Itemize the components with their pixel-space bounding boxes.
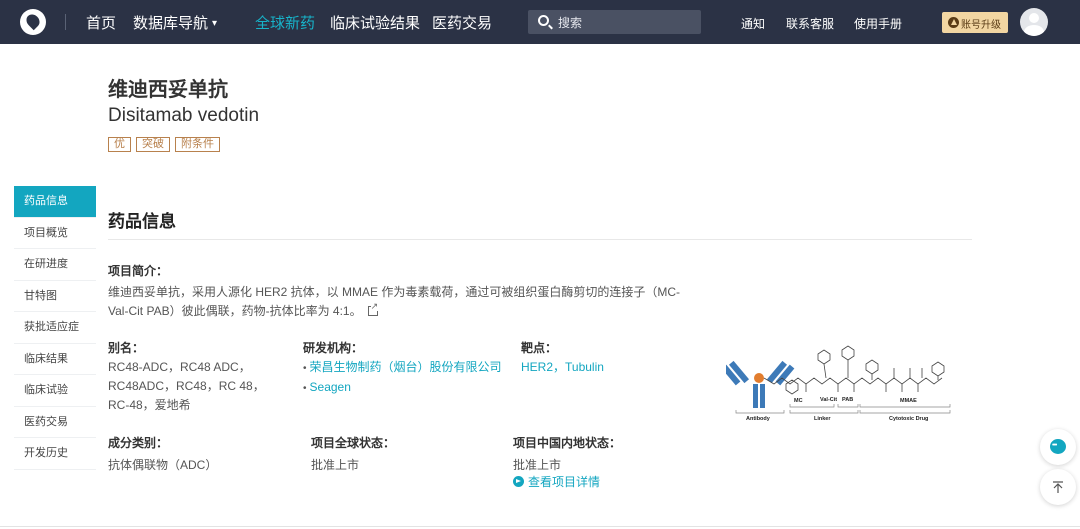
nav-item-label: 数据库导航 bbox=[133, 15, 209, 32]
drug-name-cn: 维迪西妥单抗 bbox=[108, 79, 228, 101]
sidebar-item-pharma-deals[interactable]: 医药交易 bbox=[14, 407, 96, 438]
sidebar-item-clinical-results[interactable]: 临床结果 bbox=[14, 344, 96, 375]
sidebar-item-progress[interactable]: 在研进度 bbox=[14, 249, 96, 281]
tag-badge: 优 bbox=[108, 137, 131, 152]
nav-item-label: 临床试验结果 bbox=[330, 15, 421, 32]
chevron-down-icon: ▾ bbox=[212, 18, 218, 29]
global-status-value: 批准上市 bbox=[311, 458, 360, 472]
org-list: • 荣昌生物制药（烟台）股份有限公司 • Seagen bbox=[303, 358, 502, 398]
nav-item-home[interactable]: 首页 bbox=[86, 12, 116, 33]
page-bottom-divider bbox=[0, 526, 1080, 527]
structure-label-mmae: MMAE bbox=[900, 398, 917, 404]
tag-badge: 附条件 bbox=[175, 137, 220, 152]
nav-item-global-new-drugs[interactable]: 全球新药 bbox=[255, 12, 315, 33]
detail-link-label: 查看项目详情 bbox=[528, 475, 601, 489]
top-nav-bar: 首页 数据库导航 ▾ 全球新药 临床试验结果 医药交易 搜索 通知 联系客服 使用… bbox=[0, 0, 1080, 44]
sidebar-item-clinical-trials[interactable]: 临床试验 bbox=[14, 375, 96, 407]
sidebar-item-overview[interactable]: 项目概览 bbox=[14, 218, 96, 249]
nav-item-database[interactable]: 数据库导航 ▾ bbox=[133, 12, 217, 33]
chat-icon bbox=[1050, 439, 1066, 454]
category-value: 抗体偶联物（ADC） bbox=[108, 458, 218, 472]
upgrade-icon bbox=[948, 17, 959, 28]
org-label: 研发机构： bbox=[303, 341, 364, 355]
chat-button[interactable] bbox=[1040, 429, 1076, 465]
customer-service-link[interactable]: 联系客服 bbox=[786, 15, 834, 32]
back-to-top-button[interactable] bbox=[1040, 469, 1076, 505]
alias-label: 别名： bbox=[108, 341, 145, 355]
nav-divider bbox=[65, 14, 66, 30]
global-status-label: 项目全球状态： bbox=[311, 436, 396, 450]
nav-item-pharma-deals[interactable]: 医药交易 bbox=[432, 12, 492, 33]
drug-name-en: Disitamab vedotin bbox=[108, 105, 260, 126]
section-title: 药品信息 bbox=[108, 212, 176, 231]
structure-label-antibody: Antibody bbox=[746, 416, 771, 422]
logo-icon[interactable] bbox=[20, 9, 46, 35]
adc-structure-diagram: MC Val-Cit PAB MMAE Antibody Linker Cyto… bbox=[721, 340, 954, 426]
category-label: 成分类别： bbox=[108, 436, 169, 450]
nav-item-label: 首页 bbox=[86, 15, 117, 32]
drug-tags: 优 突破 附条件 bbox=[108, 137, 220, 152]
china-status-value: 批准上市 bbox=[513, 458, 562, 472]
search-input[interactable]: 搜索 bbox=[528, 10, 701, 34]
search-placeholder: 搜索 bbox=[558, 16, 583, 30]
structure-label-valcit: Val-Cit bbox=[820, 397, 837, 403]
user-manual-link[interactable]: 使用手册 bbox=[854, 15, 902, 32]
org-item[interactable]: • 荣昌生物制药（烟台）股份有限公司 bbox=[303, 358, 502, 378]
intro-body: 维迪西妥单抗，采用人源化 HER2 抗体，以 MMAE 作为毒素载荷，通过可被组… bbox=[108, 285, 681, 318]
tag-badge: 突破 bbox=[136, 137, 170, 152]
intro-text: 维迪西妥单抗，采用人源化 HER2 抗体，以 MMAE 作为毒素载荷，通过可被组… bbox=[108, 283, 688, 321]
section-divider bbox=[108, 239, 972, 240]
sidebar-item-gantt[interactable]: 甘特图 bbox=[14, 281, 96, 312]
sidebar-item-history[interactable]: 开发历史 bbox=[14, 438, 96, 470]
nav-item-label: 全球新药 bbox=[255, 15, 316, 32]
external-link-icon[interactable] bbox=[367, 301, 379, 316]
sidebar-item-drug-info[interactable]: 药品信息 bbox=[14, 186, 96, 218]
structure-label-mc: MC bbox=[794, 398, 803, 404]
structure-label-linker: Linker bbox=[814, 416, 831, 422]
structure-label-pab: PAB bbox=[842, 397, 853, 403]
org-item[interactable]: • Seagen bbox=[303, 378, 502, 398]
intro-label: 项目简介： bbox=[108, 264, 169, 278]
alias-text: RC48-ADC，RC48 ADC，RC48ADC，RC48，RC 48，RC-… bbox=[108, 360, 265, 412]
nav-item-clinical-results[interactable]: 临床试验结果 bbox=[330, 12, 420, 33]
target-links[interactable]: HER2，Tubulin bbox=[521, 358, 604, 377]
notifications-link[interactable]: 通知 bbox=[741, 15, 765, 32]
nav-item-label: 医药交易 bbox=[432, 15, 493, 32]
avatar[interactable] bbox=[1020, 8, 1048, 36]
china-status-label: 项目中国内地状态： bbox=[513, 436, 622, 450]
section-sidebar: 药品信息 项目概览 在研进度 甘特图 获批适应症 临床结果 临床试验 医药交易 … bbox=[14, 186, 96, 470]
arrow-up-icon bbox=[1053, 481, 1063, 493]
org-link[interactable]: 荣昌生物制药（烟台）股份有限公司 bbox=[310, 360, 502, 374]
view-project-details-link[interactable]: 查看项目详情 bbox=[513, 473, 600, 490]
arrow-circle-icon bbox=[513, 476, 524, 487]
upgrade-label: 账号升级 bbox=[961, 20, 1001, 31]
search-icon bbox=[538, 15, 549, 26]
sidebar-item-approved-indications[interactable]: 获批适应症 bbox=[14, 312, 96, 344]
structure-label-drug: Cytotoxic Drug bbox=[889, 416, 928, 422]
target-label: 靶点： bbox=[521, 341, 558, 355]
org-link[interactable]: Seagen bbox=[310, 380, 351, 394]
upgrade-account-button[interactable]: 账号升级 bbox=[942, 12, 1008, 33]
